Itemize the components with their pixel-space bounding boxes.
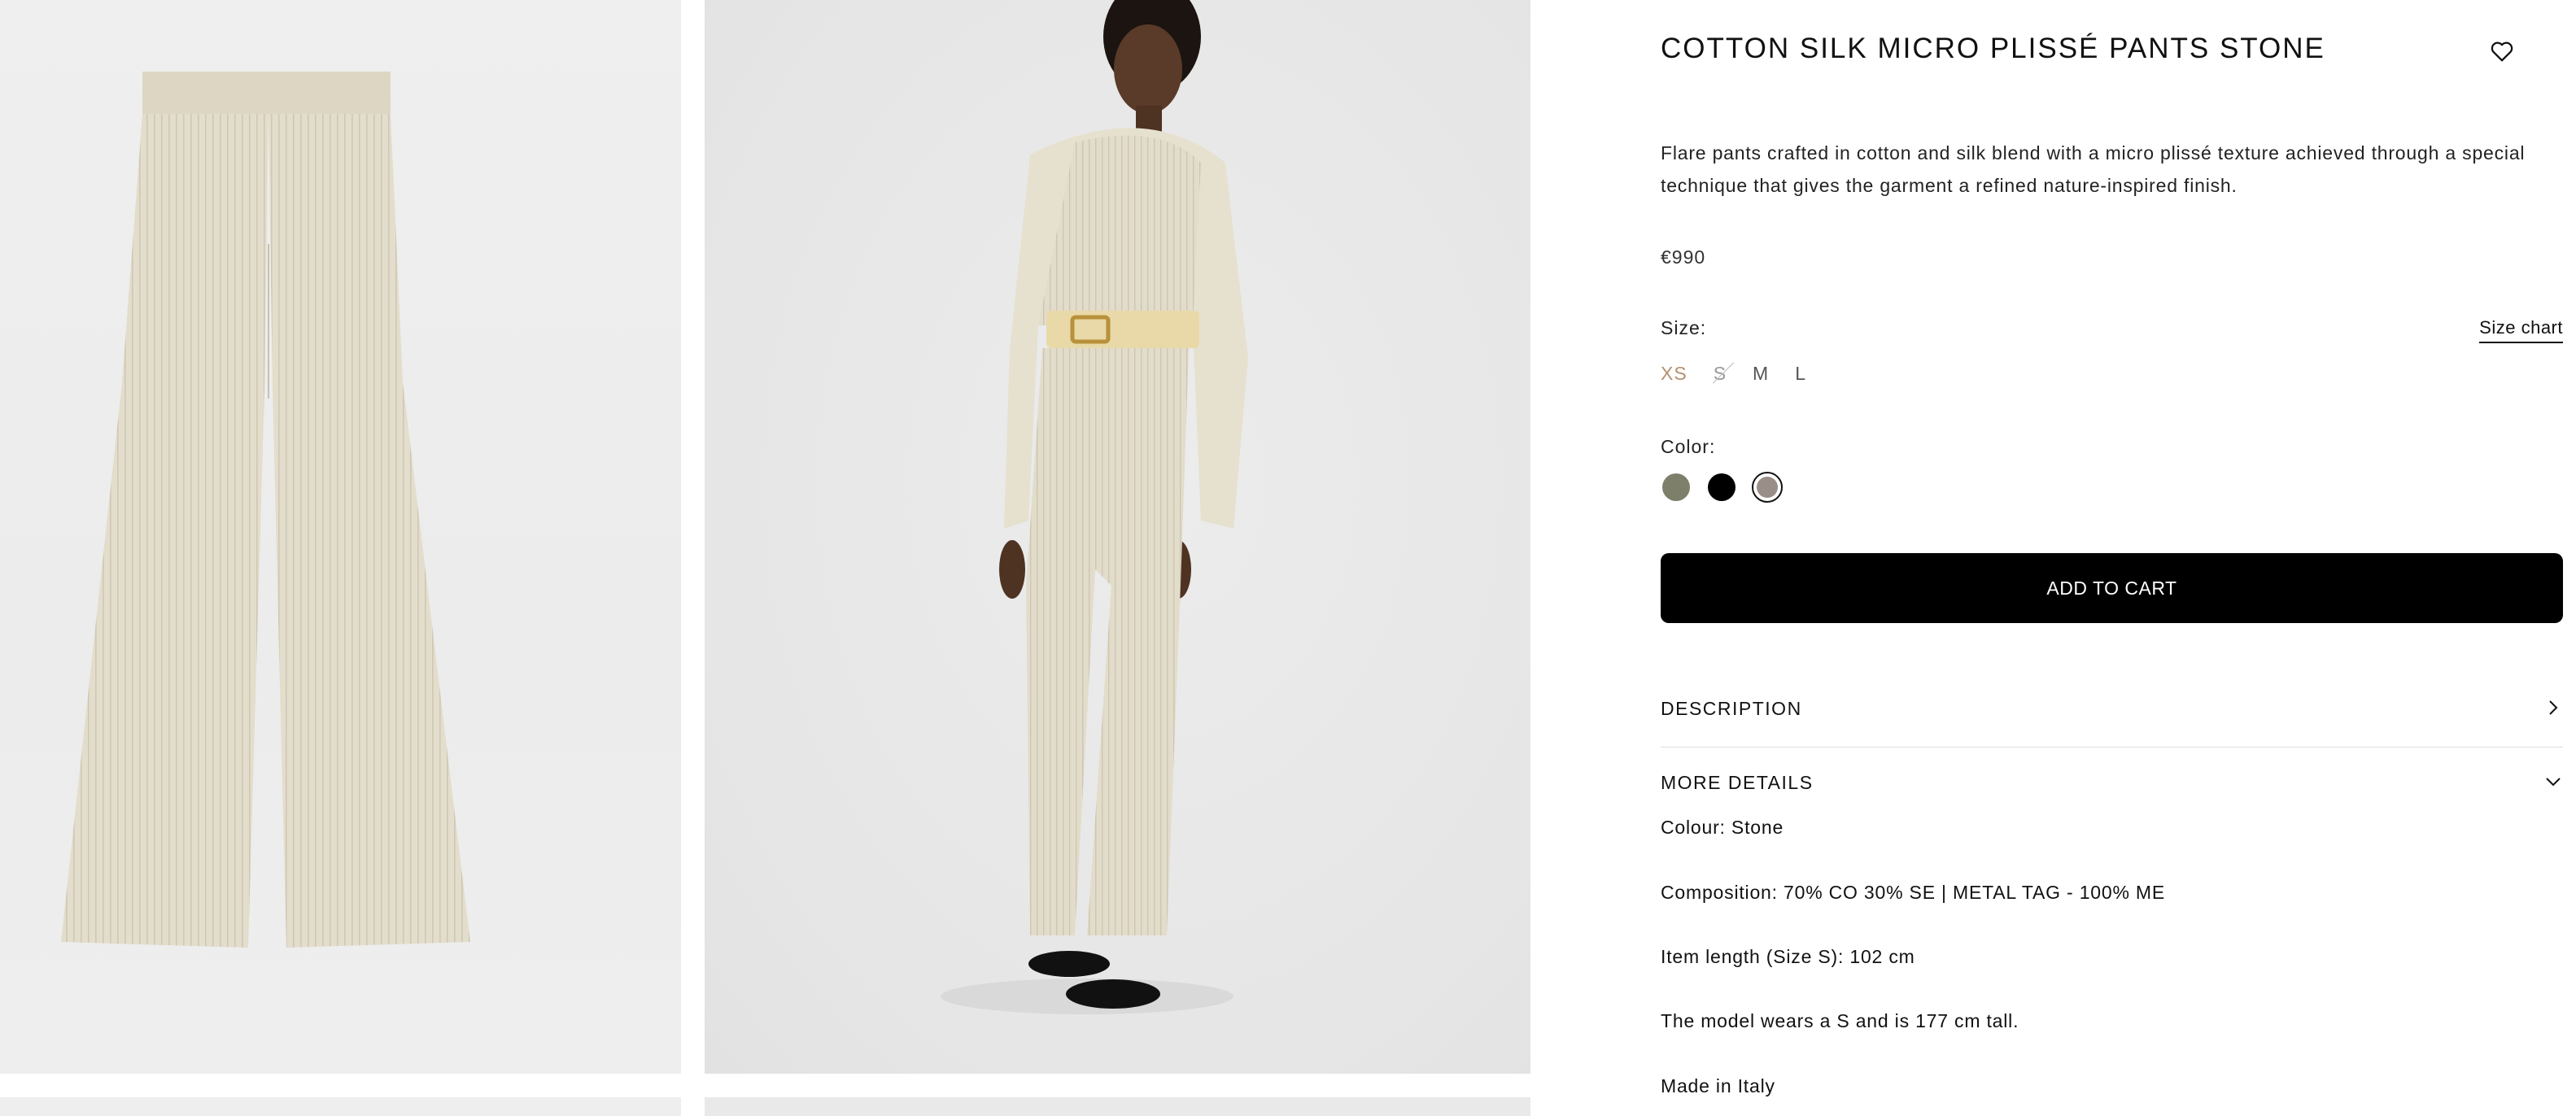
product-photo-detail-1[interactable] <box>0 1097 681 1116</box>
size-option-m[interactable]: M <box>1753 363 1769 385</box>
model-illustration <box>941 0 1248 1014</box>
product-photo-model[interactable] <box>705 0 1530 1074</box>
swatch-fill-black <box>1708 473 1736 501</box>
size-chart-link[interactable]: Size chart <box>2479 317 2563 343</box>
description-accordion-label: DESCRIPTION <box>1661 698 1802 719</box>
product-photo-detail-2[interactable] <box>705 1097 1530 1116</box>
detail-composition: Composition: 70% CO 30% SE | METAL TAG -… <box>1661 882 2166 903</box>
swatch-fill-stone <box>1757 477 1778 498</box>
color-swatch-olive[interactable] <box>1661 472 1692 503</box>
detail-colour: Colour: Stone <box>1661 817 1784 838</box>
color-swatches <box>1661 472 1797 503</box>
color-swatch-black[interactable] <box>1706 472 1737 503</box>
color-swatch-stone[interactable] <box>1752 472 1783 503</box>
heart-icon <box>2491 41 2513 62</box>
size-option-xs[interactable]: XS <box>1661 363 1687 385</box>
size-options: XS S M L <box>1661 363 1832 385</box>
color-label: Color: <box>1661 436 1716 457</box>
more-details-accordion-label: MORE DETAILS <box>1661 772 1814 793</box>
more-details-accordion[interactable]: MORE DETAILS <box>1661 772 2563 794</box>
chevron-down-icon <box>2546 778 2561 787</box>
size-label: Size: <box>1661 317 1707 338</box>
product-price: €990 <box>1661 246 1706 268</box>
size-option-l[interactable]: L <box>1795 363 1806 385</box>
swatch-fill-olive <box>1662 473 1690 501</box>
product-details-panel: COTTON SILK MICRO PLISSÉ PANTS STONE Fla… <box>1661 0 2563 1116</box>
description-accordion[interactable]: DESCRIPTION <box>1661 698 2563 748</box>
wishlist-button[interactable] <box>2488 37 2516 65</box>
detail-origin: Made in Italy <box>1661 1075 1775 1096</box>
chevron-right-icon <box>2549 700 2558 715</box>
pants-flat-illustration <box>61 72 470 948</box>
product-page: COTTON SILK MICRO PLISSÉ PANTS STONE Fla… <box>0 0 2576 1116</box>
detail-item-length: Item length (Size S): 102 cm <box>1661 946 1915 967</box>
add-to-cart-button[interactable]: ADD TO CART <box>1661 553 2563 623</box>
product-title: COTTON SILK MICRO PLISSÉ PANTS STONE <box>1661 33 2325 64</box>
product-description: Flare pants crafted in cotton and silk b… <box>1661 142 2526 196</box>
size-option-s[interactable]: S <box>1714 363 1727 385</box>
product-photo-flat[interactable] <box>0 0 681 1074</box>
detail-model-info: The model wears a S and is 177 cm tall. <box>1661 1010 2019 1031</box>
